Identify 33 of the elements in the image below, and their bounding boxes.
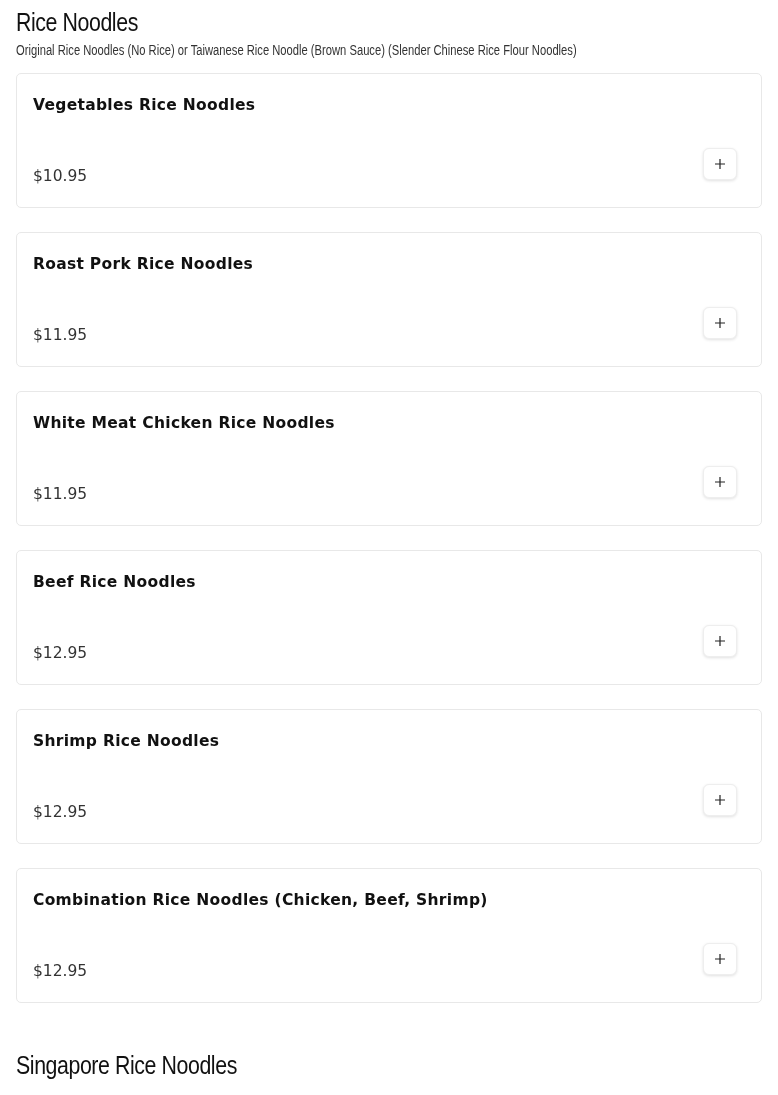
plus-icon (715, 477, 725, 487)
add-button[interactable] (703, 148, 737, 180)
menu-item-card[interactable]: Beef Rice Noodles $12.95 (16, 550, 762, 685)
add-button[interactable] (703, 466, 737, 498)
add-button[interactable] (703, 625, 737, 657)
add-button[interactable] (703, 784, 737, 816)
item-price: $10.95 (33, 167, 88, 185)
plus-icon (715, 159, 725, 169)
item-name: Combination Rice Noodles (Chicken, Beef, Shrimp) (33, 891, 489, 909)
item-price: $11.95 (33, 485, 88, 503)
item-name: Roast Pork Rice Noodles (33, 255, 255, 273)
plus-icon (715, 636, 725, 646)
add-button[interactable] (703, 943, 737, 975)
item-name: Shrimp Rice Noodles (33, 732, 221, 750)
menu-item-card[interactable]: Combination Rice Noodles (Chicken, Beef, Shrimp) $12.95 (16, 868, 762, 1003)
plus-icon (715, 318, 725, 328)
menu-item-card[interactable]: Roast Pork Rice Noodles $11.95 (16, 232, 762, 367)
item-price: $12.95 (33, 962, 88, 980)
plus-icon (715, 954, 725, 964)
item-price: $12.95 (33, 803, 88, 821)
item-name: Beef Rice Noodles (33, 573, 197, 591)
section-title: Singapore Rice Noodles (16, 1049, 237, 1082)
add-button[interactable] (703, 307, 737, 339)
item-price: $12.95 (33, 644, 88, 662)
plus-icon (715, 795, 725, 805)
menu-item-card[interactable]: Vegetables Rice Noodles $10.95 (16, 73, 762, 208)
section-title: Rice Noodles (16, 6, 138, 39)
item-name: Vegetables Rice Noodles (33, 96, 257, 114)
item-name: White Meat Chicken Rice Noodles (33, 414, 336, 432)
menu-item-card[interactable]: Shrimp Rice Noodles $12.95 (16, 709, 762, 844)
section-description: Original Rice Noodles (No Rice) or Taiwanese Rice Noodle (Brown Sauce) (Slender Chinese Rice Flour Noodles) (16, 42, 577, 58)
menu-item-card[interactable]: White Meat Chicken Rice Noodles $11.95 (16, 391, 762, 526)
item-price: $11.95 (33, 326, 88, 344)
